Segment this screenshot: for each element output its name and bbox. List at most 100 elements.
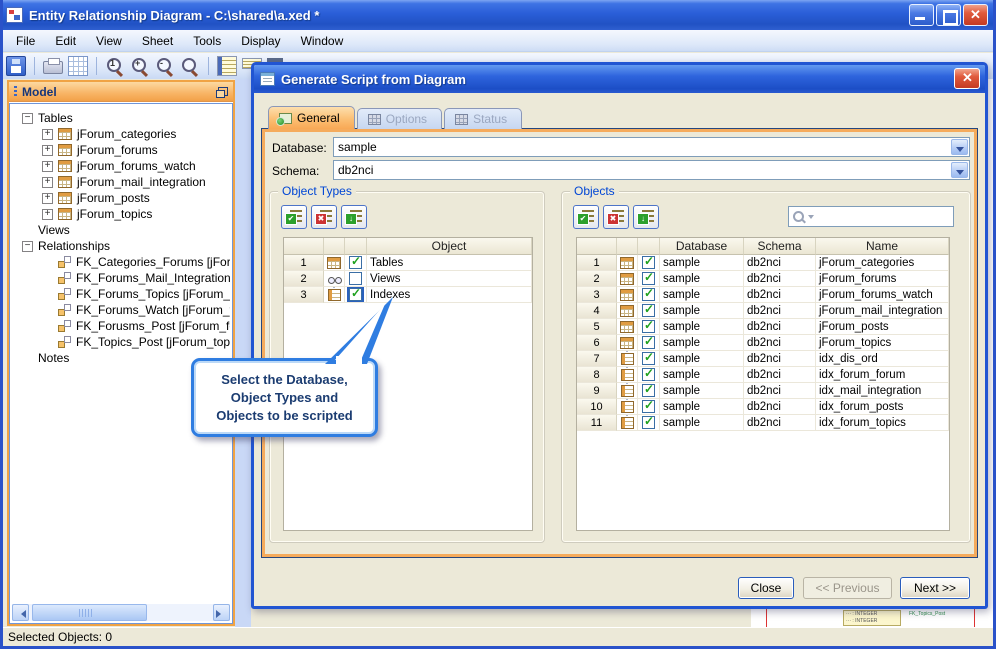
- tree-toggle-icon[interactable]: [22, 112, 33, 124]
- tree-item[interactable]: jForum_posts: [12, 190, 230, 206]
- menu-item[interactable]: File: [6, 31, 45, 51]
- table-row[interactable]: 4 sample db2nci jForum_mail_integration: [577, 303, 949, 319]
- check-all-icon[interactable]: [573, 205, 599, 229]
- cell-name: idx_forum_forum: [816, 367, 949, 383]
- row-checkbox[interactable]: [642, 287, 655, 301]
- tree-toggle-icon[interactable]: [42, 144, 53, 156]
- chevron-down-icon[interactable]: [951, 139, 968, 155]
- dialog-tab[interactable]: Options: [356, 108, 443, 129]
- save-icon[interactable]: [6, 56, 26, 76]
- tree-toggle-icon[interactable]: [42, 176, 53, 188]
- panel-list-icon[interactable]: [217, 56, 237, 76]
- tree-item[interactable]: jForum_categories: [12, 126, 230, 142]
- tree-toggle-icon[interactable]: [42, 192, 53, 204]
- close-button[interactable]: Close: [738, 577, 794, 599]
- tree-item[interactable]: FK_Categories_Forums [jForum_ca: [12, 254, 230, 270]
- zoom-out-icon[interactable]: -: [155, 56, 175, 76]
- objects-search-input[interactable]: [788, 206, 954, 227]
- row-number: 5: [577, 319, 617, 335]
- menu-item[interactable]: Window: [291, 31, 354, 51]
- drag-handle-icon[interactable]: [14, 85, 17, 98]
- uncheck-all-icon[interactable]: [603, 205, 629, 229]
- tree-item[interactable]: FK_Forums_Topics [jForum_forums: [12, 286, 230, 302]
- row-checkbox[interactable]: [642, 335, 655, 349]
- invert-check-icon[interactable]: [633, 205, 659, 229]
- tree-item[interactable]: jForum_mail_integration: [12, 174, 230, 190]
- minimize-icon[interactable]: [909, 4, 934, 26]
- tree-item[interactable]: jForum_forums_watch: [12, 158, 230, 174]
- table-row[interactable]: 10 sample db2nci idx_forum_posts: [577, 399, 949, 415]
- table-row[interactable]: 8 sample db2nci idx_forum_forum: [577, 367, 949, 383]
- menu-item[interactable]: View: [86, 31, 132, 51]
- table-row[interactable]: 9 sample db2nci idx_mail_integration: [577, 383, 949, 399]
- row-checkbox[interactable]: [642, 271, 655, 285]
- status-bar: Selected Objects: 0: [3, 627, 993, 646]
- tree-item[interactable]: jForum_forums: [12, 142, 230, 158]
- dialog-close-icon[interactable]: [954, 68, 980, 89]
- table-row[interactable]: 2 Views: [284, 271, 532, 287]
- zoom-icon[interactable]: [180, 56, 200, 76]
- tree-item[interactable]: Relationships: [12, 238, 230, 254]
- check-all-icon[interactable]: [281, 205, 307, 229]
- zoom-in-icon[interactable]: +: [130, 56, 150, 76]
- table-row[interactable]: 5 sample db2nci jForum_posts: [577, 319, 949, 335]
- row-checkbox[interactable]: [642, 303, 655, 317]
- dialog-title-bar[interactable]: Generate Script from Diagram: [254, 65, 985, 93]
- float-panel-icon[interactable]: [216, 87, 228, 98]
- table-row[interactable]: 3 sample db2nci jForum_forums_watch: [577, 287, 949, 303]
- menu-item[interactable]: Display: [231, 31, 290, 51]
- tree-item[interactable]: FK_Topics_Post [jForum_topics - jF: [12, 334, 230, 350]
- row-checkbox[interactable]: [349, 255, 362, 269]
- tree-toggle-icon[interactable]: [42, 160, 53, 172]
- app-window: Entity Relationship Diagram - C:\shared\…: [0, 0, 996, 649]
- chevron-down-icon[interactable]: [951, 162, 968, 178]
- tree-item[interactable]: Tables: [12, 110, 230, 126]
- tree-toggle-icon[interactable]: [22, 240, 33, 252]
- table-row[interactable]: 1 sample db2nci jForum_categories: [577, 255, 949, 271]
- invert-check-icon[interactable]: [341, 205, 367, 229]
- model-panel-header[interactable]: Model: [9, 82, 233, 102]
- tree-item[interactable]: Views: [12, 222, 230, 238]
- row-checkbox[interactable]: [349, 272, 362, 285]
- table-row[interactable]: 6 sample db2nci jForum_topics: [577, 335, 949, 351]
- table-row[interactable]: 2 sample db2nci jForum_forums: [577, 271, 949, 287]
- tree-item[interactable]: jForum_topics: [12, 206, 230, 222]
- uncheck-all-icon[interactable]: [311, 205, 337, 229]
- row-checkbox[interactable]: [642, 319, 655, 333]
- tree-node-icon: [58, 256, 71, 268]
- dialog-tab[interactable]: Status: [444, 108, 523, 129]
- search-filter-caret-icon[interactable]: [808, 215, 814, 222]
- row-checkbox[interactable]: [642, 351, 655, 365]
- scroll-right-icon[interactable]: [213, 604, 230, 621]
- menu-item[interactable]: Tools: [183, 31, 231, 51]
- tree-item[interactable]: FK_Forums_Mail_Integration [jForu: [12, 270, 230, 286]
- print-icon[interactable]: [43, 58, 63, 74]
- grid-icon[interactable]: [68, 56, 88, 76]
- row-checkbox[interactable]: [642, 255, 655, 269]
- maximize-icon[interactable]: [936, 4, 961, 26]
- next-button[interactable]: Next >>: [900, 577, 970, 599]
- row-checkbox[interactable]: [642, 367, 655, 381]
- close-icon[interactable]: [963, 4, 988, 26]
- menu-item[interactable]: Sheet: [132, 31, 183, 51]
- previous-button[interactable]: << Previous: [803, 577, 892, 599]
- zoom-actual-icon[interactable]: 1: [105, 56, 125, 76]
- database-combo[interactable]: sample: [333, 137, 970, 157]
- table-row[interactable]: 11 sample db2nci idx_forum_topics: [577, 415, 949, 431]
- tree-item[interactable]: FK_Forums_Watch [jForum_forums: [12, 302, 230, 318]
- dialog-tab[interactable]: General: [268, 106, 355, 129]
- row-checkbox[interactable]: [642, 415, 655, 429]
- row-checkbox[interactable]: [642, 399, 655, 413]
- table-row[interactable]: 1 Tables: [284, 255, 532, 271]
- tree-toggle-icon[interactable]: [42, 208, 53, 220]
- row-checkbox[interactable]: [642, 383, 655, 397]
- table-row[interactable]: 7 sample db2nci idx_dis_ord: [577, 351, 949, 367]
- schema-combo[interactable]: db2nci: [333, 160, 970, 180]
- menu-item[interactable]: Edit: [45, 31, 86, 51]
- tree-toggle-icon[interactable]: [42, 128, 53, 140]
- scroll-left-icon[interactable]: [12, 604, 29, 621]
- table-header-row: Database Schema Name: [577, 238, 949, 255]
- horizontal-scrollbar[interactable]: [12, 604, 230, 621]
- scrollbar-thumb[interactable]: [32, 604, 147, 621]
- tree-item[interactable]: FK_Forusms_Post [jForum_forums: [12, 318, 230, 334]
